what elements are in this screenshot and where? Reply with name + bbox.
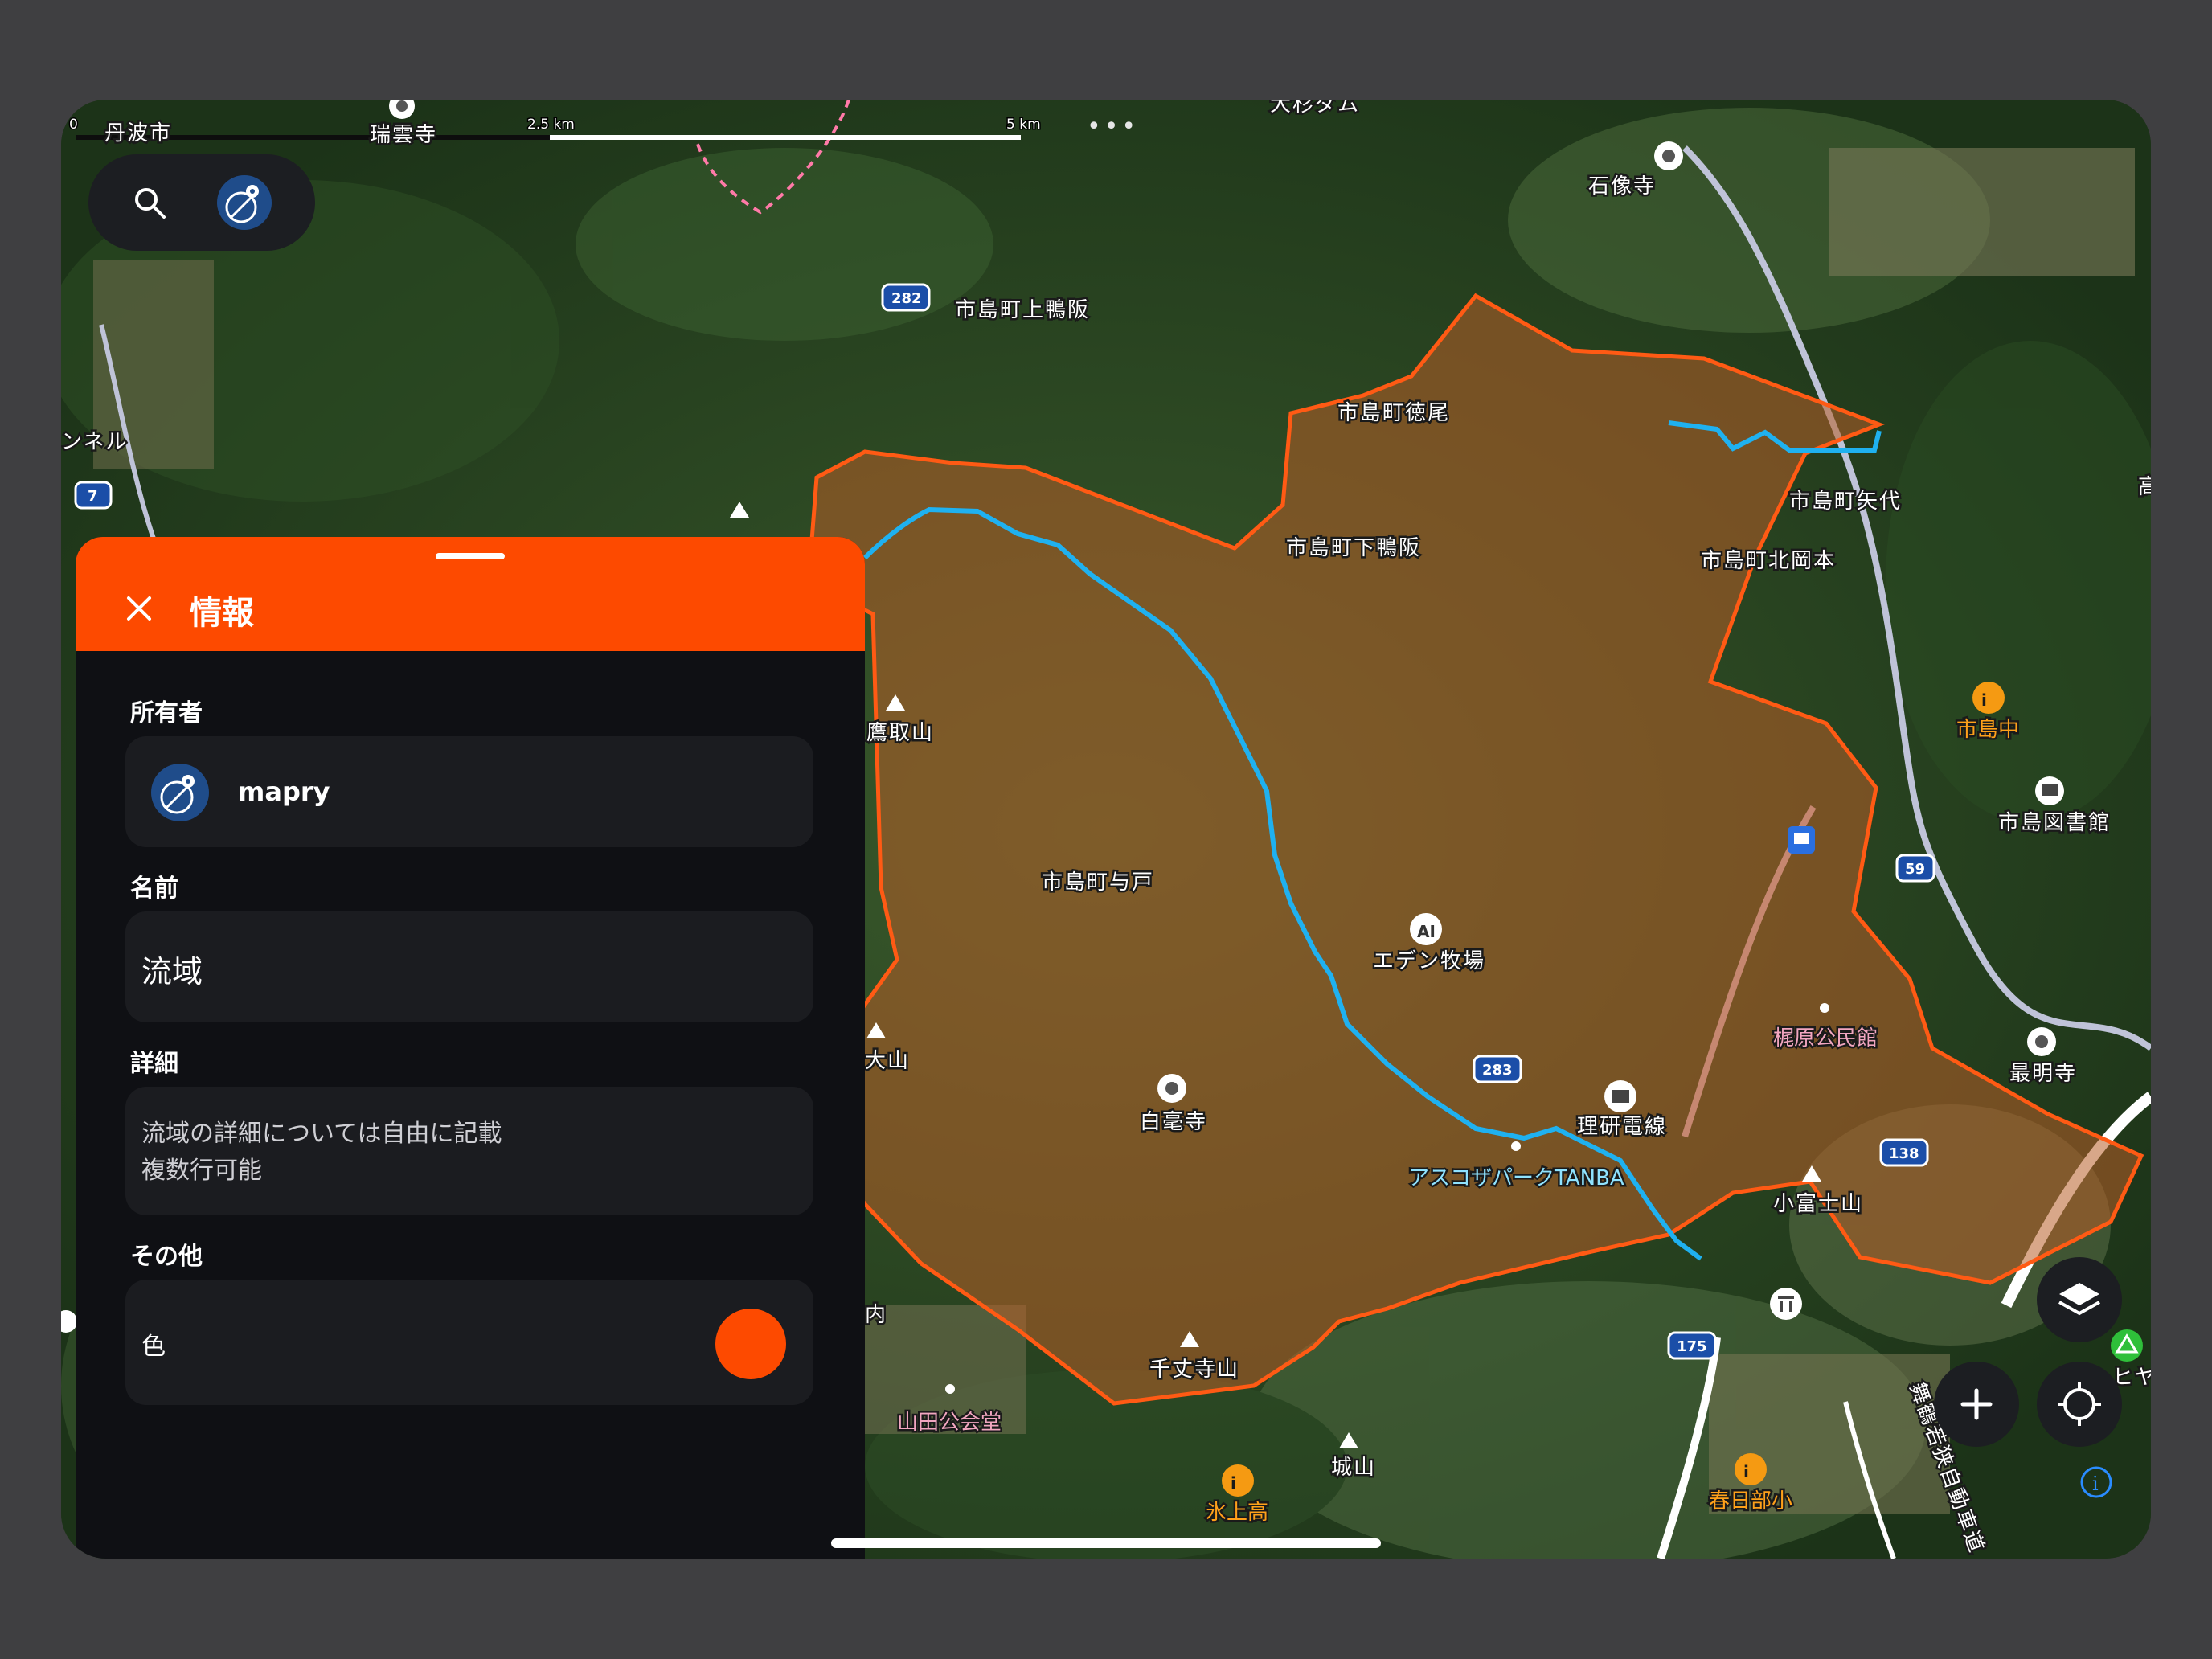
map-label: 市島中 — [1956, 718, 2019, 742]
color-swatch[interactable] — [715, 1309, 786, 1379]
color-row[interactable]: 色 — [125, 1280, 813, 1405]
shrine-icon — [1770, 1288, 1802, 1320]
layers-button[interactable] — [2037, 1257, 2122, 1342]
owner-avatar-icon — [151, 764, 209, 821]
svg-text:7: 7 — [88, 488, 98, 505]
map-label: 丹波市 — [104, 121, 172, 145]
owner-name: mapry — [238, 776, 330, 807]
mapry-logo-icon[interactable] — [217, 175, 272, 230]
svg-text:i: i — [1743, 1462, 1749, 1481]
panel-title: 情報 — [190, 595, 254, 632]
home-indicator[interactable] — [831, 1538, 1381, 1548]
plus-icon — [1960, 1388, 1993, 1420]
temple-icon — [1157, 1074, 1186, 1103]
drag-handle[interactable] — [436, 553, 505, 559]
map-label: 市島町上鴨阪 — [955, 298, 1090, 322]
map-label: 大山 — [865, 1049, 910, 1073]
map-label: 石像寺 — [1588, 174, 1656, 199]
map-label: 白毫寺 — [1140, 1110, 1207, 1134]
svg-text:283: 283 — [1482, 1062, 1513, 1079]
other-label: その他 — [130, 1243, 203, 1271]
map-label: 市島町徳尾 — [1337, 401, 1450, 425]
scale-mid-label: 2.5 km — [527, 117, 575, 133]
ipad-screen: 0 2.5 km 5 km 282 7 283 59 138 175 AI i … — [61, 100, 2151, 1559]
map-label: 市島町矢代 — [1789, 490, 1902, 514]
map-label: 高 — [2138, 475, 2151, 499]
name-label: 名前 — [130, 875, 178, 903]
map-label: アスコザパークTANBA — [1408, 1166, 1624, 1190]
detail-label: 詳細 — [130, 1050, 178, 1078]
map-label: 大杉ダム — [1270, 100, 1360, 117]
ranch-icon: AI — [1410, 913, 1442, 945]
detail-value: 流域の詳細については自由に記載 複数行可能 — [141, 1120, 502, 1185]
scale-zero-label: 0 — [69, 117, 78, 133]
map-label: 市島町与戸 — [1042, 870, 1154, 895]
poi-dot-icon — [945, 1384, 955, 1394]
map-label: 市島図書館 — [1998, 811, 2111, 835]
map-label: 市島町下鴨阪 — [1286, 536, 1421, 560]
library-icon — [2035, 776, 2064, 805]
poi-dot-icon — [1820, 1003, 1829, 1013]
svg-text:138: 138 — [1889, 1145, 1919, 1162]
more-dots-icon[interactable]: ••• — [1087, 113, 1139, 141]
route-shield: 7 — [74, 481, 113, 510]
map-label: 鷹取山 — [866, 721, 934, 745]
info-panel: 情報 所有者 mapry 名前 流域 詳細 流域の詳細については自由に記載 複数… — [76, 537, 865, 1559]
svg-text:i: i — [1981, 690, 1987, 710]
locate-button[interactable] — [2037, 1362, 2122, 1447]
panel-header: 情報 — [76, 537, 865, 651]
map-label: 梶原公民館 — [1773, 1026, 1878, 1051]
svg-text:282: 282 — [891, 290, 922, 307]
map-label: エデン牧場 — [1373, 949, 1485, 973]
search-icon[interactable] — [132, 185, 167, 220]
factory-icon — [1604, 1080, 1636, 1112]
school-icon: i — [1972, 682, 2005, 714]
svg-text:i: i — [1231, 1473, 1236, 1493]
map-label: 氷上高 — [1206, 1501, 1268, 1525]
map-label: 春日部小 — [1709, 1489, 1792, 1514]
route-shield: 175 — [1667, 1331, 1717, 1360]
school-icon: i — [1735, 1453, 1767, 1485]
map-label: 市島町北岡本 — [1701, 549, 1836, 573]
map-label: 山田公会堂 — [897, 1411, 1002, 1435]
detail-field[interactable]: 流域の詳細については自由に記載 複数行可能 — [125, 1087, 813, 1215]
route-shield: 138 — [1879, 1138, 1929, 1167]
map-label: 千丈寺山 — [1149, 1358, 1239, 1382]
name-value: 流域 — [141, 954, 203, 989]
map-label: ンネル — [61, 430, 128, 454]
svg-text:59: 59 — [1905, 861, 1925, 878]
crosshair-icon — [2058, 1382, 2101, 1426]
temple-icon — [1654, 141, 1683, 170]
add-button[interactable] — [1934, 1362, 2019, 1447]
temple-icon — [2027, 1027, 2056, 1056]
owner-label: 所有者 — [130, 699, 203, 727]
search-pill — [88, 154, 315, 251]
owner-card[interactable]: mapry — [125, 736, 813, 847]
map-label: 城山 — [1331, 1456, 1376, 1480]
name-field[interactable]: 流域 — [125, 911, 813, 1022]
color-label: 色 — [141, 1333, 166, 1361]
map-label: 内 — [865, 1303, 887, 1327]
route-shield: 59 — [1895, 854, 1936, 883]
route-shield: 282 — [881, 283, 931, 312]
layers-icon — [2058, 1283, 2100, 1316]
school-icon: i — [1222, 1464, 1254, 1497]
map-label: 最明寺 — [2009, 1062, 2077, 1086]
svg-text:i: i — [2092, 1473, 2099, 1495]
poi-dot-icon — [1511, 1141, 1521, 1151]
map-label: 小富士山 — [1773, 1192, 1863, 1216]
scale-end-label: 5 km — [1006, 117, 1041, 133]
route-shield: 283 — [1473, 1055, 1522, 1083]
map-label: 瑞雲寺 — [370, 123, 437, 147]
svg-text:175: 175 — [1677, 1338, 1707, 1355]
station-icon — [1788, 826, 1815, 854]
map-label: 理研電線 — [1577, 1115, 1667, 1139]
svg-text:AI: AI — [1417, 922, 1436, 941]
close-icon[interactable] — [125, 595, 153, 622]
